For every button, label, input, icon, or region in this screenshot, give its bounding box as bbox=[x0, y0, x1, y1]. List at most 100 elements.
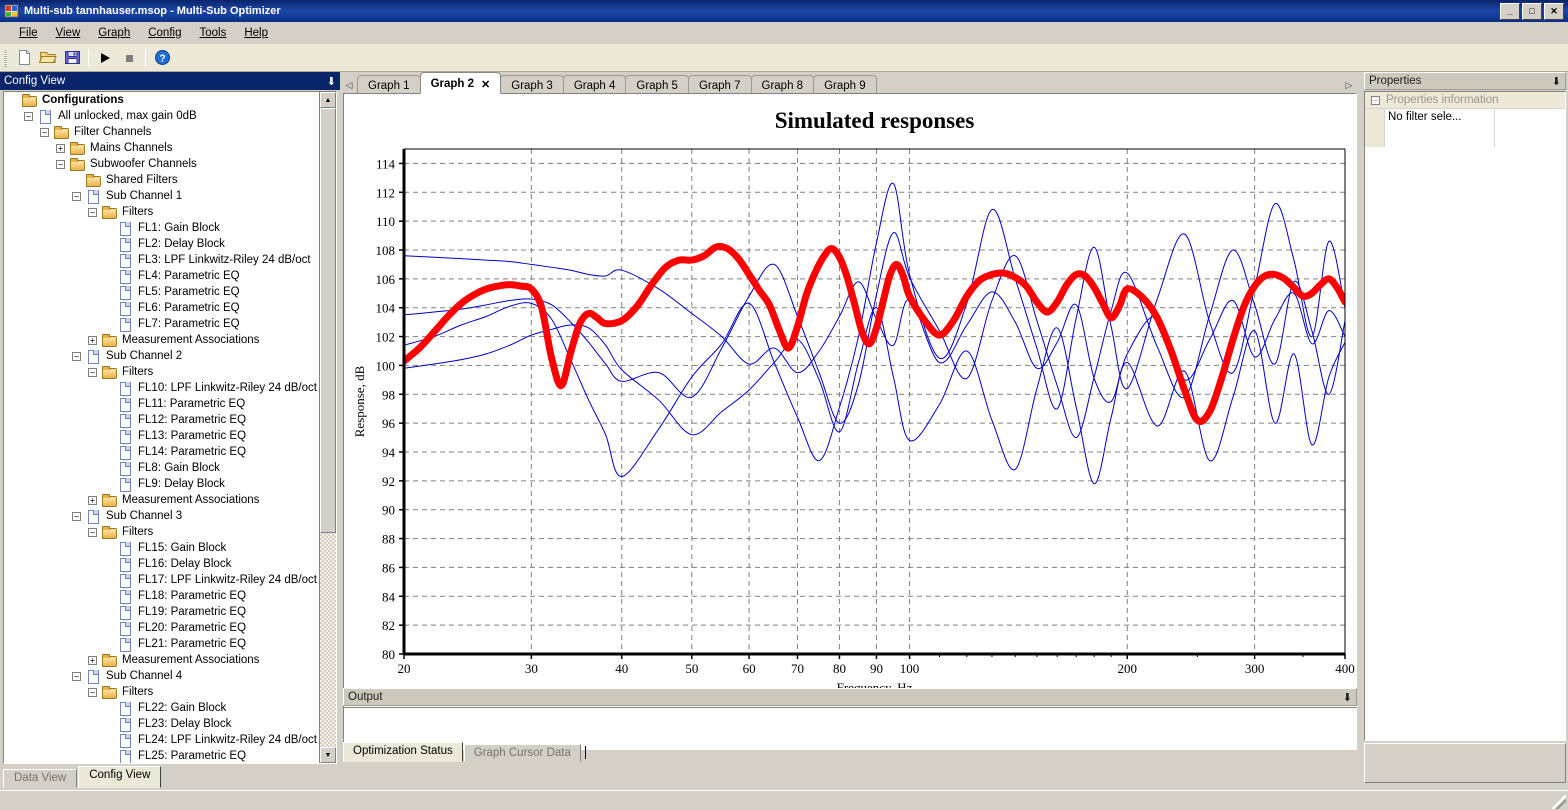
tree-item[interactable]: FL8: Gain Block bbox=[4, 460, 319, 476]
tree-item[interactable]: −Sub Channel 3 bbox=[4, 508, 319, 524]
properties-pin-icon[interactable]: ⬇ bbox=[1552, 75, 1561, 88]
tree-item[interactable]: FL16: Delay Block bbox=[4, 556, 319, 572]
graph-tab[interactable]: Graph 7 bbox=[688, 75, 752, 94]
tree-item[interactable]: FL10: LPF Linkwitz-Riley 24 dB/oct bbox=[4, 380, 319, 396]
resize-grip-icon[interactable] bbox=[1552, 795, 1566, 809]
config-tree-scroll-thumb[interactable] bbox=[320, 108, 336, 533]
scroll-up-arrow-icon[interactable]: ▲ bbox=[320, 92, 336, 108]
tree-item[interactable]: −Filters bbox=[4, 524, 319, 540]
collapse-icon[interactable]: − bbox=[88, 688, 97, 697]
tree-item[interactable]: FL19: Parametric EQ bbox=[4, 604, 319, 620]
tree-item[interactable]: FL12: Parametric EQ bbox=[4, 412, 319, 428]
graph-tab[interactable]: Graph 8 bbox=[751, 75, 815, 94]
collapse-icon[interactable]: − bbox=[72, 672, 81, 681]
tree-item[interactable]: FL24: LPF Linkwitz-Riley 24 dB/oct bbox=[4, 732, 319, 748]
tree-item[interactable]: FL17: LPF Linkwitz-Riley 24 dB/oct bbox=[4, 572, 319, 588]
graph-canvas[interactable]: Simulated responses808284868890929496981… bbox=[343, 93, 1357, 750]
tree-item[interactable]: +Mains Channels bbox=[4, 140, 319, 156]
tree-item[interactable]: −Filters bbox=[4, 684, 319, 700]
menu-tools[interactable]: Tools bbox=[190, 24, 235, 42]
collapse-icon[interactable]: − bbox=[72, 512, 81, 521]
tree-item[interactable]: FL18: Parametric EQ bbox=[4, 588, 319, 604]
tab-data-view[interactable]: Data View bbox=[3, 769, 77, 788]
expand-icon[interactable]: + bbox=[88, 496, 97, 505]
tab-optimization-status[interactable]: Optimization Status bbox=[343, 742, 463, 762]
help-icon[interactable]: ? bbox=[151, 47, 173, 69]
tree-item[interactable]: FL3: LPF Linkwitz-Riley 24 dB/oct bbox=[4, 252, 319, 268]
tree-item[interactable]: FL14: Parametric EQ bbox=[4, 444, 319, 460]
stop-optimizer-icon[interactable] bbox=[118, 47, 140, 69]
tab-graph-cursor-data[interactable]: Graph Cursor Data bbox=[464, 744, 581, 762]
menu-help[interactable]: Help bbox=[235, 24, 277, 42]
graph-tab[interactable]: Graph 3 bbox=[500, 75, 564, 94]
tab-config-view[interactable]: Config View bbox=[78, 766, 161, 788]
tree-item[interactable]: +Measurement Associations bbox=[4, 652, 319, 668]
tree-item[interactable]: FL21: Parametric EQ bbox=[4, 636, 319, 652]
tab-scroll-right-icon[interactable]: ▷ bbox=[1341, 76, 1357, 94]
tree-item[interactable]: FL20: Parametric EQ bbox=[4, 620, 319, 636]
graph-tab[interactable]: Graph 2✕ bbox=[420, 72, 502, 94]
tree-item[interactable]: FL2: Delay Block bbox=[4, 236, 319, 252]
close-button[interactable]: ✕ bbox=[1544, 3, 1564, 20]
tree-item[interactable]: Configurations bbox=[4, 92, 319, 108]
expand-icon[interactable]: + bbox=[56, 144, 65, 153]
tree-item[interactable]: FL15: Gain Block bbox=[4, 540, 319, 556]
tree-item[interactable]: −Sub Channel 4 bbox=[4, 668, 319, 684]
output-pin-icon[interactable]: ⬇ bbox=[1343, 691, 1352, 704]
close-tab-icon[interactable]: ✕ bbox=[481, 78, 490, 91]
collapse-icon[interactable]: − bbox=[56, 160, 65, 169]
expand-icon[interactable]: + bbox=[88, 656, 97, 665]
tree-item[interactable]: FL6: Parametric EQ bbox=[4, 300, 319, 316]
tree-item[interactable]: FL22: Gain Block bbox=[4, 700, 319, 716]
collapse-icon[interactable]: − bbox=[24, 112, 33, 121]
menu-graph[interactable]: Graph bbox=[89, 24, 139, 42]
config-view-pin-icon[interactable]: ⬇ bbox=[327, 75, 336, 88]
tree-item[interactable]: Shared Filters bbox=[4, 172, 319, 188]
graph-tab[interactable]: Graph 5 bbox=[625, 75, 689, 94]
menu-file[interactable]: File bbox=[10, 24, 47, 42]
toolbar-grip[interactable] bbox=[4, 49, 7, 67]
tree-item[interactable]: FL7: Parametric EQ bbox=[4, 316, 319, 332]
expand-icon[interactable]: + bbox=[88, 336, 97, 345]
graph-tab[interactable]: Graph 1 bbox=[357, 75, 421, 94]
collapse-icon[interactable]: − bbox=[72, 352, 81, 361]
collapse-icon[interactable]: − bbox=[88, 208, 97, 217]
collapse-icon[interactable]: − bbox=[88, 368, 97, 377]
tree-item[interactable]: −Filter Channels bbox=[4, 124, 319, 140]
tree-item[interactable]: +Measurement Associations bbox=[4, 332, 319, 348]
tree-item[interactable]: FL25: Parametric EQ bbox=[4, 748, 319, 763]
simulated-responses-chart[interactable]: Simulated responses808284868890929496981… bbox=[344, 94, 1356, 749]
tree-item[interactable]: −Sub Channel 1 bbox=[4, 188, 319, 204]
minimize-button[interactable]: _ bbox=[1500, 3, 1520, 20]
tree-item[interactable]: −Filters bbox=[4, 364, 319, 380]
tab-scroll-left-icon[interactable]: ◁ bbox=[341, 76, 357, 94]
properties-group-header[interactable]: − Properties information bbox=[1365, 92, 1565, 109]
config-tree-scrollbar[interactable]: ▲ ▼ bbox=[319, 92, 336, 763]
save-file-icon[interactable] bbox=[61, 47, 83, 69]
collapse-icon[interactable]: − bbox=[40, 128, 49, 137]
properties-row[interactable]: No filter sele... bbox=[1365, 109, 1565, 128]
tree-item[interactable]: FL9: Delay Block bbox=[4, 476, 319, 492]
tree-item[interactable]: −Filters bbox=[4, 204, 319, 220]
tree-item[interactable]: −Sub Channel 2 bbox=[4, 348, 319, 364]
run-optimizer-icon[interactable] bbox=[94, 47, 116, 69]
tree-item[interactable]: FL13: Parametric EQ bbox=[4, 428, 319, 444]
properties-grid[interactable]: − Properties information No filter sele.… bbox=[1364, 91, 1566, 741]
open-file-icon[interactable] bbox=[37, 47, 59, 69]
properties-group-expander-icon[interactable]: − bbox=[1371, 96, 1380, 105]
maximize-button[interactable]: □ bbox=[1522, 3, 1542, 20]
tree-item[interactable]: FL23: Delay Block bbox=[4, 716, 319, 732]
collapse-icon[interactable]: − bbox=[88, 528, 97, 537]
config-tree[interactable]: Configurations−All unlocked, max gain 0d… bbox=[3, 91, 337, 764]
tree-item[interactable]: −Subwoofer Channels bbox=[4, 156, 319, 172]
tree-item[interactable]: FL1: Gain Block bbox=[4, 220, 319, 236]
graph-tab[interactable]: Graph 9 bbox=[813, 75, 877, 94]
menu-view[interactable]: View bbox=[47, 24, 90, 42]
tree-item[interactable]: FL5: Parametric EQ bbox=[4, 284, 319, 300]
tree-item[interactable]: FL4: Parametric EQ bbox=[4, 268, 319, 284]
menu-config[interactable]: Config bbox=[139, 24, 190, 42]
graph-tab[interactable]: Graph 4 bbox=[563, 75, 627, 94]
tree-item[interactable]: +Measurement Associations bbox=[4, 492, 319, 508]
tree-item[interactable]: −All unlocked, max gain 0dB bbox=[4, 108, 319, 124]
new-file-icon[interactable] bbox=[13, 47, 35, 69]
